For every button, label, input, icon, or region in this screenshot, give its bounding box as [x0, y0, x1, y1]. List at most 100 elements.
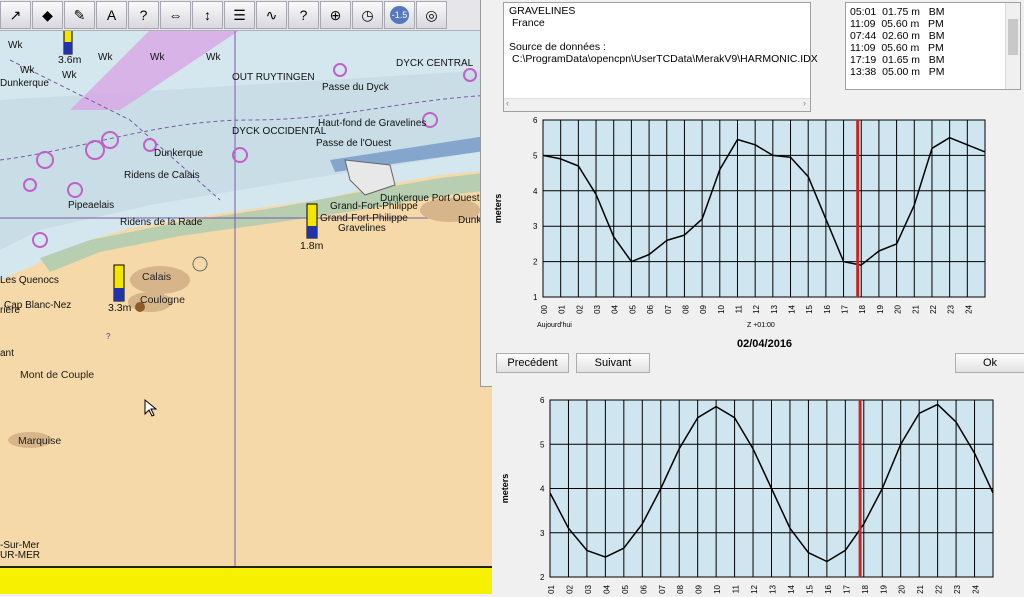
chart-label: ?	[106, 332, 111, 341]
x-tick-label: 05	[628, 304, 637, 313]
route-icon: ↗	[9, 6, 22, 23]
chart-label: Les Quenocs	[0, 275, 59, 286]
nautical-chart-view[interactable]: Wk Wk Wk Wk Dunkerque Wk Wk OUT RUYTINGEN DYCK C…	[0, 0, 492, 594]
chart-label: Calais	[142, 271, 172, 283]
chart-label: Gravelines	[338, 223, 386, 234]
rescue-icon: ◎	[425, 6, 438, 23]
x-tick-label: 12	[752, 304, 761, 313]
scroll-right-icon[interactable]: ›	[803, 97, 806, 109]
chart-label: rière	[0, 305, 21, 316]
y-tick-label: 4	[533, 187, 538, 196]
chart-label: Haut-fond de Gravelines	[318, 118, 427, 129]
x-tick-label: 10	[713, 584, 722, 593]
zoom-icon-button[interactable]: ↕	[192, 1, 223, 29]
chart-label: Passe de l'Ouest	[316, 138, 392, 149]
x-tick-label: 21	[916, 584, 925, 593]
x-tick-label: 04	[602, 584, 611, 593]
move-icon-button[interactable]: ⇔	[160, 1, 191, 29]
info-icon: ?	[299, 7, 308, 23]
y-tick-label: 4	[540, 485, 545, 494]
x-tick-label: 24	[964, 304, 973, 313]
nautical-chart-canvas[interactable]	[0, 0, 492, 594]
tide-chart: 12345600 01 02 03 04 05 06 07 08 09 10 11 12 13 14 15 16…	[493, 116, 986, 314]
station-info-box[interactable]: GRAVELINES France Source de données : C:…	[503, 2, 818, 112]
text-icon: A	[106, 7, 117, 23]
chart-date: 02/04/2016	[737, 338, 793, 350]
track-icon-button[interactable]: ∿	[256, 1, 287, 29]
x-tick-label: 11	[732, 584, 741, 593]
x-tick-label: 07	[658, 584, 667, 593]
x-tick-label: 05	[621, 584, 630, 593]
tide-list-item[interactable]: 11:09 05.60 m PM	[850, 42, 1020, 54]
chart-label: Marquise	[18, 435, 62, 447]
chart-label: Wk	[20, 65, 35, 76]
layers-icon-button[interactable]: ⊕	[320, 1, 351, 29]
station-country: France	[512, 17, 545, 29]
y-tick-label: 1	[533, 293, 538, 302]
x-tick-label: 02	[575, 304, 584, 313]
x-tick-label: 12	[750, 584, 759, 593]
x-tick-label: 21	[911, 304, 920, 313]
scroll-left-icon[interactable]: ‹	[506, 97, 509, 109]
x-tick-label: 00	[540, 304, 549, 313]
chart-label: Passe du Dyck	[322, 82, 389, 93]
previous-button[interactable]: Precédent	[496, 353, 569, 373]
tide-icon: ◷	[361, 6, 374, 23]
text-icon-button[interactable]: A	[96, 1, 127, 29]
info-icon-button[interactable]: ?	[288, 1, 319, 29]
help-icon-button[interactable]: ?	[128, 1, 159, 29]
y-tick-label: 2	[533, 258, 538, 267]
x-tick-label: 24	[972, 584, 981, 593]
tide-dialog[interactable]: GRAVELINES France Source de données : C:…	[480, 0, 1024, 387]
scrollbar-thumb[interactable]	[1008, 19, 1018, 55]
log-icon-button[interactable]: ☰	[224, 1, 255, 29]
tide-list-item[interactable]: 05:01 01.75 m BM	[850, 6, 1020, 18]
x-tick-label: 01	[558, 304, 567, 313]
tide-list-item[interactable]: 17:19 01.65 m BM	[850, 54, 1020, 66]
x-tick-label: 14	[788, 304, 797, 313]
chart-label: Wk	[98, 52, 113, 63]
tide-list-item[interactable]: 07:44 02.60 m BM	[850, 30, 1020, 42]
tide-indicator-icon[interactable]	[63, 29, 73, 55]
x-tick-label: 19	[879, 584, 888, 593]
chart-label: Coulogne	[140, 294, 185, 306]
vertical-scrollbar[interactable]	[1005, 3, 1020, 89]
measure-icon: ✎	[73, 6, 86, 23]
chart-label: DYCK CENTRAL	[396, 58, 474, 69]
version-icon-button[interactable]: -1.5	[384, 1, 415, 29]
help-icon: ?	[139, 7, 148, 23]
ais-icon-button[interactable]: ◆	[32, 1, 63, 29]
tide-indicator-icon[interactable]	[306, 203, 318, 239]
x-tick-label: 23	[953, 584, 962, 593]
x-tick-label: 15	[805, 584, 814, 593]
measure-icon-button[interactable]: ✎	[64, 1, 95, 29]
tide-height-label: 3.3m	[108, 302, 132, 314]
tide-indicator-icon[interactable]	[113, 264, 125, 302]
route-icon-button[interactable]: ↗	[0, 1, 31, 29]
chart-label: Ridens de la Rade	[120, 217, 203, 228]
tide-chart-secondary: 2345601 02 03 04 05 06 07 08 09 10 11 12 13 14 15 16 17 1…	[500, 396, 994, 594]
station-name: GRAVELINES	[509, 5, 576, 17]
y-tick-label: 6	[533, 116, 538, 125]
tide-list-item[interactable]: 13:38 05.00 m PM	[850, 66, 1020, 78]
chart-label: Wk	[62, 70, 77, 81]
y-tick-label: 3	[533, 222, 538, 231]
x-tick-label: 17	[841, 304, 850, 313]
x-tick-label: 22	[929, 304, 938, 313]
tide-list-item[interactable]: 11:09 05.60 m PM	[850, 18, 1020, 30]
x-tick-label: 08	[676, 584, 685, 593]
x-tick-label: 11	[734, 304, 743, 313]
layers-icon: ⊕	[329, 6, 342, 23]
y-axis-label: meters	[493, 194, 503, 224]
tide-icon-button[interactable]: ◷	[352, 1, 383, 29]
ok-button[interactable]: Ok	[955, 353, 1024, 373]
x-tick-label: 07	[664, 304, 673, 313]
x-tick-label: 22	[935, 584, 944, 593]
move-icon: ⇔	[168, 7, 183, 23]
tide-times-list[interactable]: 05:01 01.75 m BM 11:09 05.60 m PM 07:44 02…	[845, 2, 1021, 90]
next-button[interactable]: Suivant	[576, 353, 650, 373]
x-tick-label: 16	[823, 304, 832, 313]
today-label: Aujourd'hui	[537, 322, 572, 329]
source-label: Source de données :	[509, 41, 606, 53]
rescue-icon-button[interactable]: ◎	[416, 1, 447, 29]
